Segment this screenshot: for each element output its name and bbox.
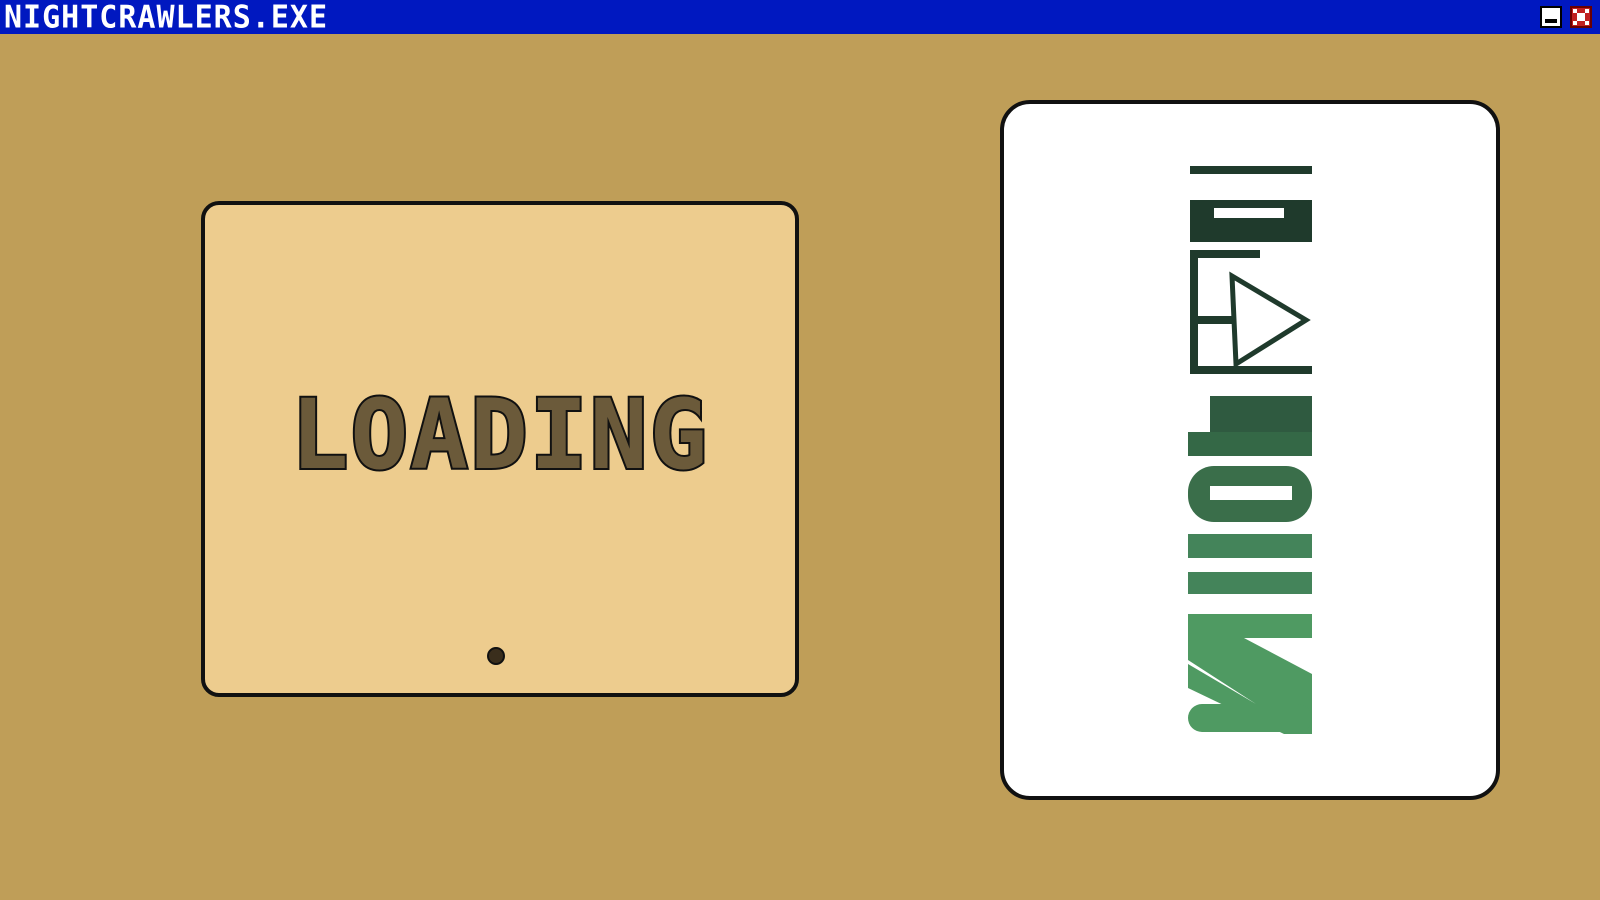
close-button[interactable] [1570,6,1592,28]
minimize-icon [1545,19,1557,23]
actions-logo [1188,166,1312,734]
close-icon [1573,9,1589,25]
window-title: NIGHTCRAWLERS.EXE [4,0,329,36]
loading-label: LOADING [289,379,710,491]
play-icon [1229,271,1311,369]
logo-wordmark [1188,166,1312,734]
logo-card [1000,100,1500,800]
loading-panel: LOADING [201,201,799,697]
title-bar: NIGHTCRAWLERS.EXE [0,0,1600,36]
minimize-button[interactable] [1540,6,1562,28]
loading-spinner-dot [487,647,505,665]
